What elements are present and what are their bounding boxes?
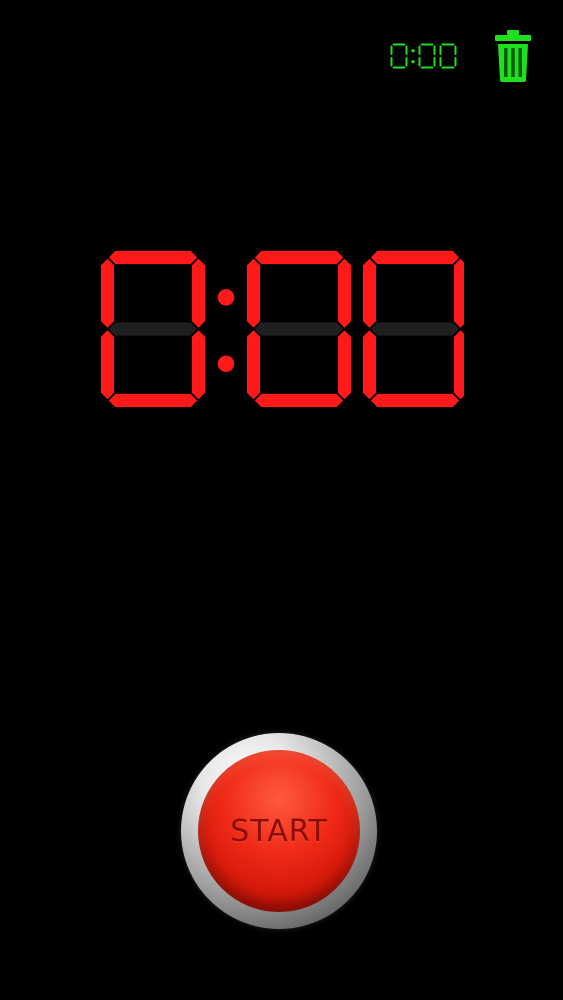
last-time-readout: 0:00 xyxy=(388,41,459,71)
timer-segment xyxy=(245,327,262,402)
last-time-segment xyxy=(439,42,457,47)
last-time-segment xyxy=(418,54,436,58)
last-time-segment xyxy=(404,55,409,69)
timer-segment xyxy=(190,327,207,402)
timer-segment xyxy=(452,256,469,331)
timer-segment xyxy=(336,327,353,402)
timer-segment xyxy=(368,320,462,338)
timer-segment xyxy=(336,256,353,331)
timer-segment xyxy=(106,320,200,338)
last-time-segment xyxy=(453,43,458,57)
last-time-segment xyxy=(439,54,457,58)
timer-segment xyxy=(245,256,262,331)
last-time-display xyxy=(389,42,458,70)
top-bar: 0:00 xyxy=(388,30,533,82)
start-button[interactable]: START xyxy=(198,750,360,912)
timer-segment xyxy=(252,249,346,266)
timer-segment xyxy=(99,327,116,402)
timer-colon-dot xyxy=(217,289,235,306)
timer-digit xyxy=(245,249,353,409)
last-time-segment xyxy=(418,65,436,70)
start-button-label: START xyxy=(230,813,328,849)
last-time-segment xyxy=(438,43,443,57)
last-time-digit xyxy=(438,42,458,70)
last-time-segment xyxy=(390,65,408,70)
timer-segment xyxy=(452,327,469,402)
last-time-digit xyxy=(417,42,437,70)
last-time-segment xyxy=(439,65,457,70)
last-time-segment xyxy=(453,55,458,69)
timer-segment xyxy=(106,249,200,266)
last-time-segment xyxy=(390,42,408,47)
last-time-segment xyxy=(389,43,394,57)
timer-digit xyxy=(99,249,207,409)
last-time-colon-dot xyxy=(411,49,415,53)
start-button-bezel: START xyxy=(181,733,377,929)
timer-segment xyxy=(361,256,378,331)
last-time-segment xyxy=(404,43,409,57)
last-time-segment xyxy=(432,55,437,69)
last-time-digit xyxy=(389,42,409,70)
reset-button[interactable] xyxy=(493,30,533,82)
timer-segment xyxy=(252,320,346,338)
timer-digit xyxy=(361,249,469,409)
timer-segment xyxy=(361,327,378,402)
timer-segment xyxy=(106,392,200,409)
timer-display: 0:00 xyxy=(94,246,469,412)
timer-segment xyxy=(368,249,462,266)
timer-segment xyxy=(252,392,346,409)
timer-segment xyxy=(190,256,207,331)
last-time-segment xyxy=(432,43,437,57)
timer-segment xyxy=(368,392,462,409)
last-time-segment xyxy=(389,55,394,69)
last-time-segment xyxy=(390,54,408,58)
last-time-segment xyxy=(417,43,422,57)
last-time-segment xyxy=(417,55,422,69)
last-time-colon-dot xyxy=(411,60,415,64)
trash-can-icon xyxy=(495,30,531,82)
timer-segment xyxy=(99,256,116,331)
seven-segment-display xyxy=(99,249,469,409)
last-time-segment xyxy=(418,42,436,47)
timer-colon-dot xyxy=(217,355,235,373)
last-time-segment xyxy=(438,55,443,69)
